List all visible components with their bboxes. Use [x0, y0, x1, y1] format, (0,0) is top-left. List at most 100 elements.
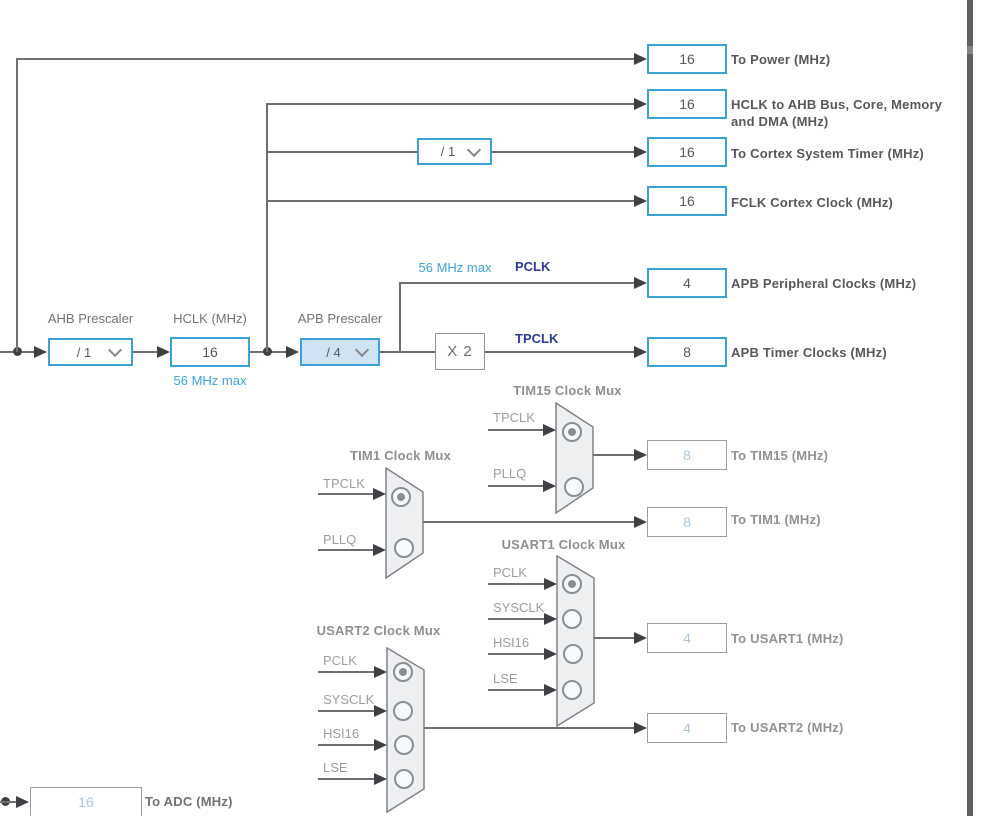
wire-h — [318, 778, 375, 780]
to-usart1-box: 4 — [647, 623, 727, 653]
arrow-icon — [634, 277, 647, 289]
timer-multiplier-value: X 2 — [447, 343, 473, 360]
arrow-icon — [634, 195, 647, 207]
timer-multiplier-box: X 2 — [435, 333, 485, 370]
to-usart2-label: To USART2 (MHz) — [731, 719, 844, 736]
usart2-mux-radio-lse[interactable] — [394, 769, 414, 789]
tim15-mux-radio-pllq[interactable] — [564, 477, 584, 497]
wire-h — [318, 671, 375, 673]
to-adc-value: 16 — [78, 794, 94, 810]
usart2-input-pclk-label: PCLK — [323, 653, 357, 668]
to-usart1-label: To USART1 (MHz) — [731, 630, 844, 647]
apb-prescaler-select[interactable]: / 4 — [300, 338, 380, 366]
arrow-icon — [543, 424, 556, 436]
ahb-prescaler-label: AHB Prescaler — [38, 311, 143, 326]
usart1-mux-radio-hsi16[interactable] — [563, 644, 583, 664]
arrow-icon — [374, 705, 387, 717]
cortex-prescaler-value: / 1 — [419, 144, 469, 159]
usart1-input-lse-label: LSE — [493, 671, 518, 686]
apb-peripheral-box: 4 — [647, 268, 727, 298]
tim1-input-tpclk-label: TPCLK — [323, 476, 365, 491]
tpclk-signal-label: TPCLK — [515, 331, 558, 346]
apb-timer-value: 8 — [683, 344, 691, 360]
arrow-icon — [373, 488, 386, 500]
arrow-icon — [374, 666, 387, 678]
arrow-icon — [544, 648, 557, 660]
wire-h — [423, 521, 634, 523]
usart2-mux-radio-pclk[interactable] — [393, 662, 413, 682]
arrow-icon — [34, 346, 47, 358]
usart2-mux-radio-sysclk[interactable] — [393, 701, 413, 721]
tim1-input-pllq-label: PLLQ — [323, 532, 356, 547]
to-tim1-box: 8 — [647, 507, 727, 537]
arrow-icon — [373, 544, 386, 556]
to-tim1-label: To TIM1 (MHz) — [731, 511, 821, 528]
wire-h — [318, 710, 375, 712]
hclk-ahb-value: 16 — [679, 96, 695, 112]
arrow-icon — [544, 578, 557, 590]
tim15-mux-title: TIM15 Clock Mux — [495, 383, 640, 398]
hclk-value: 16 — [202, 344, 218, 360]
arrow-icon — [634, 516, 647, 528]
hclk-max-note: 56 MHz max — [158, 373, 262, 388]
to-power-box: 16 — [647, 44, 727, 74]
usart1-input-pclk-label: PCLK — [493, 565, 527, 580]
tim15-mux-shape — [555, 402, 595, 515]
usart1-mux-radio-pclk[interactable] — [562, 574, 582, 594]
wire-h — [485, 351, 634, 353]
tim1-mux-shape — [385, 467, 425, 580]
cortex-prescaler-select[interactable]: / 1 — [417, 138, 492, 165]
wire-h — [266, 103, 634, 105]
cortex-timer-box: 16 — [647, 137, 727, 167]
wire-h — [399, 282, 634, 284]
to-tim15-box: 8 — [647, 440, 727, 470]
wire-h — [266, 151, 417, 153]
to-adc-label: To ADC (MHz) — [145, 793, 233, 810]
hclk-ahb-label: HCLK to AHB Bus, Core, Memory and DMA (M… — [731, 96, 942, 130]
wire-h — [318, 744, 375, 746]
to-power-label: To Power (MHz) — [731, 51, 830, 68]
wire-h — [488, 485, 545, 487]
wire-h — [488, 689, 545, 691]
hclk-value-box[interactable]: 16 — [170, 337, 250, 367]
arrow-icon — [634, 632, 647, 644]
arrow-icon — [543, 480, 556, 492]
apb-peripheral-label: APB Peripheral Clocks (MHz) — [731, 275, 916, 292]
tim15-mux-radio-tpclk[interactable] — [562, 422, 582, 442]
usart1-mux-radio-lse[interactable] — [562, 680, 582, 700]
usart2-mux-title: USART2 Clock Mux — [306, 623, 451, 638]
chevron-down-icon — [467, 142, 481, 156]
chevron-down-icon — [355, 343, 369, 357]
cortex-timer-label: To Cortex System Timer (MHz) — [731, 145, 924, 162]
to-tim15-value: 8 — [683, 447, 691, 463]
wire-v — [266, 103, 268, 352]
wire-h — [266, 200, 634, 202]
arrow-icon — [374, 773, 387, 785]
hclk-label: HCLK (MHz) — [158, 311, 262, 326]
arrow-icon — [544, 613, 557, 625]
tim1-mux-radio-pllq[interactable] — [394, 538, 414, 558]
arrow-icon — [634, 53, 647, 65]
ahb-prescaler-select[interactable]: / 1 — [48, 338, 133, 366]
usart1-mux-title: USART1 Clock Mux — [486, 537, 641, 552]
wire-h — [594, 637, 634, 639]
apb-peripheral-value: 4 — [683, 275, 691, 291]
vertical-scrollbar[interactable] — [967, 0, 973, 816]
usart2-mux-radio-hsi16[interactable] — [394, 735, 414, 755]
wire-h — [380, 351, 435, 353]
chevron-down-icon — [108, 343, 122, 357]
tim15-input-tpclk-label: TPCLK — [493, 410, 535, 425]
wire-h — [488, 653, 545, 655]
apb-prescaler-label: APB Prescaler — [288, 311, 392, 326]
arrow-icon — [157, 346, 170, 358]
usart2-input-hsi16-label: HSI16 — [323, 726, 359, 741]
apb-prescaler-value: / 4 — [302, 345, 357, 360]
apb-max-note: 56 MHz max — [413, 260, 497, 275]
tim1-mux-radio-tpclk[interactable] — [391, 487, 411, 507]
to-usart2-value: 4 — [683, 720, 691, 736]
usart1-mux-radio-sysclk[interactable] — [562, 609, 582, 629]
to-power-value: 16 — [679, 51, 695, 67]
to-tim15-label: To TIM15 (MHz) — [731, 447, 828, 464]
usart1-input-sysclk-label: SYSCLK — [493, 600, 544, 615]
radio-dot-icon — [399, 668, 407, 676]
